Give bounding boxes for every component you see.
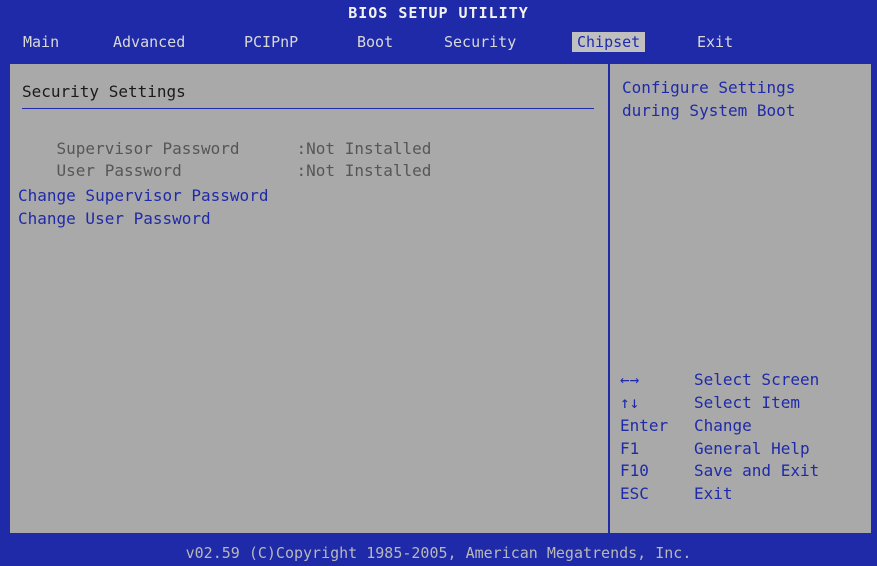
key-label: Enter [620, 416, 669, 435]
key-hint: ESC Exit [620, 484, 733, 503]
key-action: Select Screen [694, 370, 820, 389]
key-hint: ↑↓ Select Item [620, 393, 800, 412]
menu-exit[interactable]: Exit [692, 32, 738, 52]
copyright-footer: v02.59 (C)Copyright 1985-2005, American … [0, 540, 877, 566]
title-bar: BIOS SETUP UTILITY [0, 0, 877, 28]
key-action: Select Item [694, 393, 800, 412]
menu-advanced[interactable]: Advanced [108, 32, 190, 52]
main-panel: Security Settings Supervisor Password:No… [8, 62, 873, 535]
window-title: BIOS SETUP UTILITY [348, 4, 529, 22]
key-action: Change [694, 416, 752, 435]
change-user-password[interactable]: Change User Password [18, 209, 211, 228]
status-value: :Not Installed [296, 161, 432, 180]
key-action: General Help [694, 439, 810, 458]
menu-boot[interactable]: Boot [352, 32, 398, 52]
menu-pcipnp[interactable]: PCIPnP [239, 32, 303, 52]
key-hint: Enter Change [620, 416, 752, 435]
menu-bar: Main Advanced PCIPnP Boot Security Chips… [0, 30, 877, 54]
key-action: Save and Exit [694, 461, 820, 480]
key-label: F10 [620, 461, 649, 480]
menu-security[interactable]: Security [439, 32, 521, 52]
key-label: F1 [620, 439, 640, 458]
section-title: Security Settings [22, 82, 186, 101]
panel-divider [608, 64, 610, 533]
key-hint: F10 Save and Exit [620, 461, 819, 480]
key-label: ESC [620, 484, 649, 503]
change-supervisor-password[interactable]: Change Supervisor Password [18, 186, 268, 205]
help-description: Configure Settings during System Boot [622, 78, 796, 120]
key-action: Exit [694, 484, 733, 503]
menu-main[interactable]: Main [18, 32, 64, 52]
section-divider [22, 108, 594, 109]
key-hint: ←→ Select Screen [620, 370, 819, 389]
key-label: ←→ [620, 370, 640, 389]
status-label: User Password [56, 161, 182, 180]
menu-chipset[interactable]: Chipset [572, 32, 646, 52]
key-hint: F1 General Help [620, 439, 810, 458]
key-label: ↑↓ [620, 393, 640, 412]
